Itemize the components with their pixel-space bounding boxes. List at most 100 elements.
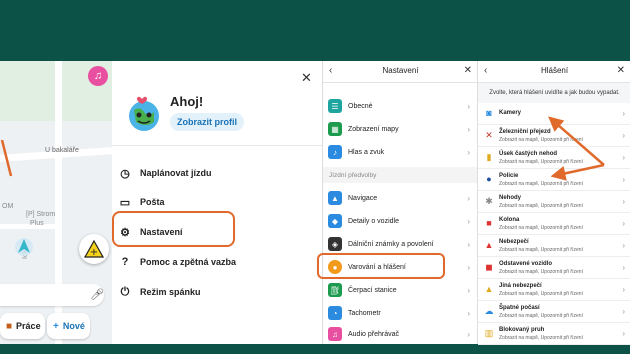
settings-item-vehicle-details[interactable]: ◆ Detaily o vozidle › [323, 210, 478, 232]
music-icon[interactable]: ♫ [88, 66, 108, 86]
report-item-crashes[interactable]: ✱ Nehody Zobrazit na mapě, Upozornit při… [478, 191, 630, 213]
report-item-label: Úsek častých nehod [499, 151, 558, 157]
menu-item-sleep[interactable]: ⏻ Režim spánku [118, 282, 201, 302]
chevron-right-icon: › [467, 216, 470, 226]
report-item-label: Nebezpečí [499, 239, 529, 245]
new-label: Nové [62, 321, 85, 331]
work-shortcut[interactable]: ■ Práce [0, 313, 45, 339]
main-menu: ✕ Ahoj! Zobrazit profil ◷ Naplánovat jíz… [112, 61, 322, 344]
plus-icon: + [53, 320, 59, 332]
report-item-label: Nehody [499, 195, 522, 201]
car-icon: ◼ [485, 261, 493, 272]
danger-icon: ▲ [484, 284, 494, 294]
view-profile-button[interactable]: Zobrazit profil [170, 113, 244, 131]
menu-item-label: Režim spánku [140, 287, 201, 297]
settings-item-voice-sound[interactable]: ♪ Hlas a zvuk › [323, 141, 478, 163]
street-label: U bakaláře [45, 147, 79, 154]
report-item-bad-weather[interactable]: ☁ Špatné počasí Zobrazit na mapě, Upozor… [478, 301, 630, 323]
settings-item-speedometer[interactable]: ◔ Tachometr › [323, 302, 478, 324]
report-item-sub: Zobrazit na mapě, Upozornit při řízení [499, 313, 583, 319]
settings-header: ‹ Nastavení ✕ [323, 61, 478, 83]
map-icon: ▦ [328, 122, 342, 136]
report-item-police[interactable]: ● Policie Zobrazit na mapě, Upozornit př… [478, 169, 630, 191]
close-icon[interactable]: ✕ [464, 65, 472, 76]
settings-item-gas-stations[interactable]: ⛽︎ Čerpací stanice › [323, 279, 478, 301]
close-icon[interactable]: ✕ [617, 65, 625, 76]
settings-item-audio-player[interactable]: ♫ Audio přehrávač › [323, 323, 478, 345]
chevron-right-icon: › [622, 241, 625, 250]
report-item-stopped-vehicle[interactable]: ◼ Odstavené vozidlo Zobrazit na mapě, Up… [478, 257, 630, 279]
report-item-traffic[interactable]: ■ Kolona Zobrazit na mapě, Upozornit při… [478, 213, 630, 235]
report-item-label: Kamery [499, 110, 522, 116]
settings-title: Nastavení [382, 66, 419, 75]
map-label: [P] Strom [26, 211, 56, 218]
report-item-sub: Zobrazit na mapě, Upozornit při řízení [499, 269, 583, 275]
blocked-lane-icon: ▥ [484, 327, 494, 338]
avatar [129, 96, 159, 131]
menu-item-mail[interactable]: ▭ Pošta [118, 192, 165, 212]
car-icon: ◆ [328, 214, 342, 228]
highlight-alerts-reports [317, 253, 445, 279]
report-item-sub: Zobrazit na mapě, Upozornit při řízení [499, 225, 583, 231]
menu-item-help[interactable]: ? Pomoc a zpětná vazba [118, 252, 236, 272]
warning-icon: ▮ [486, 151, 492, 162]
top-background [0, 0, 630, 61]
report-item-hazard[interactable]: ▲ Nebezpečí Zobrazit na mapě, Upozornit … [478, 235, 630, 257]
report-item-sub: Zobrazit na mapě, Upozornit při řízení [499, 291, 583, 297]
settings-item-label: Detaily o vozidle [348, 217, 399, 225]
chevron-right-icon: › [622, 175, 625, 184]
report-item-sub: Zobrazit na mapě, Upozornit při řízení [499, 247, 583, 253]
report-item-label: Odstavené vozidlo [499, 261, 553, 267]
work-label: Práce [16, 321, 41, 331]
audio-icon: ♫ [328, 327, 342, 341]
fuel-icon: ⛽︎ [328, 283, 342, 297]
report-item-sub: Zobrazit na mapě, Upozornit při řízení [499, 181, 583, 187]
chevron-right-icon: › [467, 101, 470, 111]
report-item-cameras[interactable]: ◙ Kamery › [478, 103, 630, 125]
settings-item-label: Audio přehrávač [348, 330, 399, 338]
map-search-bar[interactable] [0, 284, 104, 306]
report-item-other-hazard[interactable]: ▲ Jiná nebezpečí Zobrazit na mapě, Upozo… [478, 279, 630, 301]
report-item-label: Policie [499, 173, 519, 179]
report-item-sub: Zobrazit na mapě, Upozornit při řízení [499, 203, 583, 209]
police-icon: ● [486, 174, 492, 184]
report-item-label: Jiná nebezpečí [499, 283, 542, 289]
mic-icon[interactable]: 🎤︎ [90, 288, 104, 301]
chevron-right-icon: › [622, 153, 625, 162]
orange-arrow-annotation [0, 140, 13, 177]
menu-item-label: Pomoc a zpětná vazba [140, 257, 237, 267]
chevron-right-icon: › [622, 263, 625, 272]
report-item-blocked-lane[interactable]: ▥ Blokovaný pruh Zobrazit na mapě, Upozo… [478, 323, 630, 345]
close-icon[interactable]: ✕ [301, 71, 312, 84]
briefcase-icon: ■ [6, 320, 13, 332]
help-icon: ? [121, 256, 129, 268]
speaker-icon: ♪ [328, 145, 342, 159]
settings-item-map-display[interactable]: ▦ Zobrazení mapy › [323, 118, 478, 140]
settings-item-navigation[interactable]: ▲ Navigace › [323, 187, 478, 209]
greeting: Ahoj! [170, 94, 204, 109]
divider [112, 145, 322, 146]
chevron-right-icon: › [622, 219, 625, 228]
map-label: Plus [30, 220, 44, 227]
settings-item-label: Zobrazení mapy [348, 125, 399, 133]
report-item-sub: Zobrazit na mapě, Upozornit při řízení [499, 137, 583, 143]
settings-item-label: Tachometr [348, 309, 381, 317]
reports-header: ‹ Hlášení ✕ [478, 61, 630, 83]
settings-item-label: Navigace [348, 194, 378, 202]
settings-panel: ‹ Nastavení ✕ ☰ Obecné › ▦ Zobrazení map… [317, 61, 478, 345]
menu-item-plan-drive[interactable]: ◷ Naplánovat jízdu [118, 163, 211, 183]
report-icon: + [84, 239, 104, 258]
settings-item-label: Obecné [348, 102, 373, 110]
settings-item-tolls[interactable]: ◈ Dálniční známky a povolení › [323, 233, 478, 255]
report-item-accident-zone[interactable]: ▮ Úsek častých nehod Zobrazit na mapě, U… [478, 147, 630, 169]
report-item-railway[interactable]: ✕ Železniční přejezd Zobrazit na mapě, U… [478, 125, 630, 147]
report-button[interactable]: + [79, 234, 109, 264]
report-item-label: Kolona [499, 217, 520, 223]
hazard-icon: ▲ [484, 240, 494, 250]
message-icon: ▭ [119, 196, 131, 209]
settings-item-general[interactable]: ☰ Obecné › [323, 95, 478, 117]
general-icon: ☰ [328, 99, 342, 113]
power-icon: ⏻ [120, 285, 130, 298]
report-item-label: Špatné počasí [499, 305, 540, 311]
new-shortcut[interactable]: + Nové [47, 313, 90, 339]
